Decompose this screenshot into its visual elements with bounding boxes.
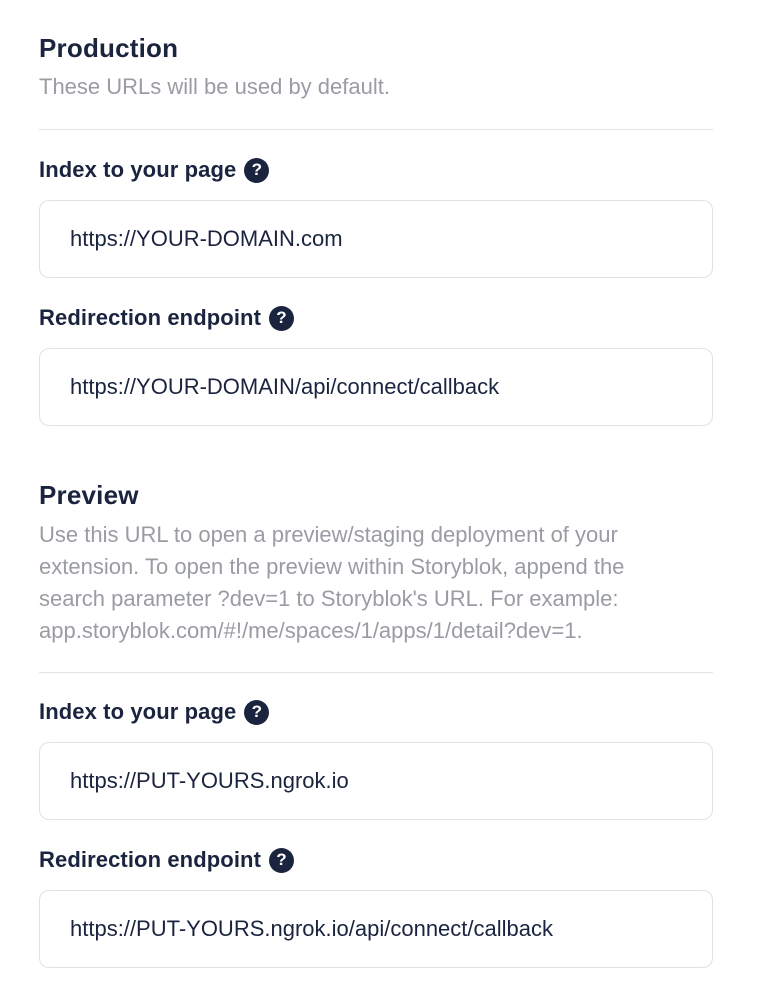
production-divider xyxy=(39,129,713,130)
preview-redirect-label-text: Redirection endpoint xyxy=(39,847,261,872)
preview-index-label-text: Index to your page xyxy=(39,699,237,724)
preview-section-header: Preview Use this URL to open a preview/s… xyxy=(39,479,713,647)
preview-description-line: extension. To open the preview within St… xyxy=(39,554,625,579)
preview-description-line: search parameter ?dev=1 to Storyblok's U… xyxy=(39,586,619,611)
help-icon[interactable]: ? xyxy=(244,157,270,183)
production-description: These URLs will be used by default. xyxy=(39,74,390,99)
production-redirect-label-text: Redirection endpoint xyxy=(39,305,261,330)
production-index-label-text: Index to your page xyxy=(39,157,237,182)
help-icon[interactable]: ? xyxy=(269,847,294,873)
production-index-label: Index to your page ? xyxy=(39,156,270,184)
preview-index-input[interactable] xyxy=(39,742,713,820)
production-redirect-input[interactable] xyxy=(39,348,713,426)
preview-index-label: Index to your page ? xyxy=(39,698,270,726)
production-redirect-label: Redirection endpoint ? xyxy=(39,304,294,332)
production-title: Production xyxy=(39,33,179,63)
help-icon[interactable]: ? xyxy=(269,305,294,331)
preview-description: Use this URL to open a preview/staging d… xyxy=(39,519,713,647)
preview-description-line: Use this URL to open a preview/staging d… xyxy=(39,522,618,547)
preview-title: Preview xyxy=(39,480,139,510)
preview-redirect-input[interactable] xyxy=(39,890,713,968)
preview-description-line: app.storyblok.com/#!/me/spaces/1/apps/1/… xyxy=(39,618,583,643)
production-section-header: Production These URLs will be used by de… xyxy=(39,32,713,103)
production-index-input[interactable] xyxy=(39,200,713,278)
preview-redirect-label: Redirection endpoint ? xyxy=(39,846,294,874)
preview-divider xyxy=(39,672,713,673)
help-icon[interactable]: ? xyxy=(244,699,270,725)
app-settings-urls: Production These URLs will be used by de… xyxy=(0,0,760,1002)
